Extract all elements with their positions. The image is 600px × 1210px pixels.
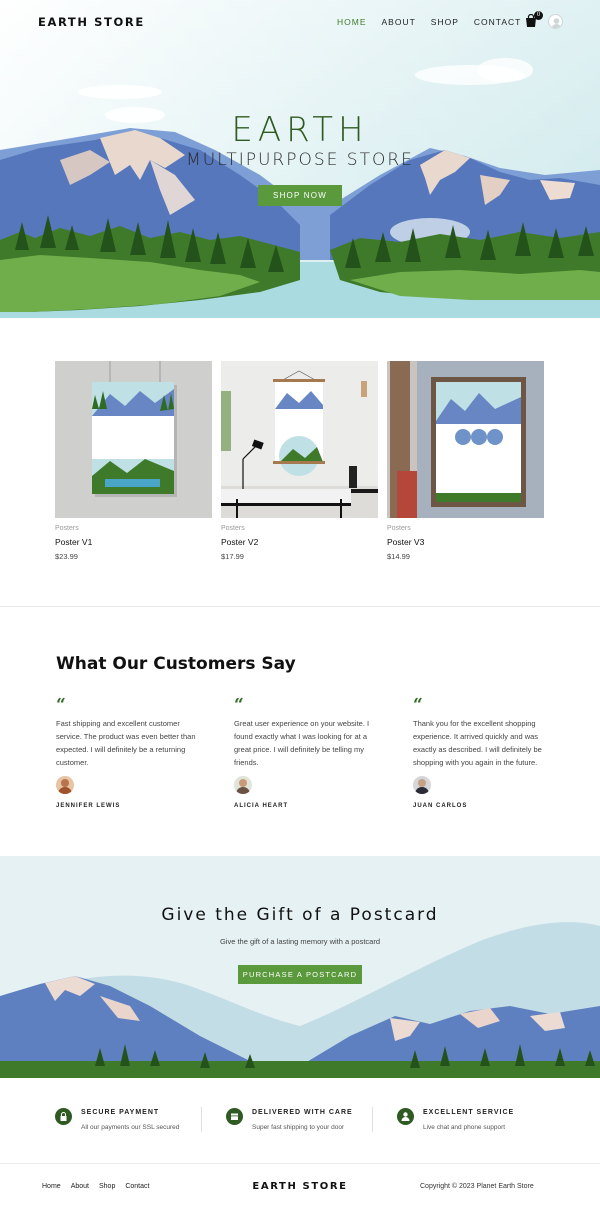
feature-title: EXCELLENT SERVICE [423, 1109, 515, 1116]
nav-about[interactable]: ABOUT [382, 17, 416, 27]
testimonial-text: Fast shipping and excellent customer ser… [56, 719, 196, 767]
testimonial-card: “ Fast shipping and excellent customer s… [56, 695, 206, 809]
product-name[interactable]: Poster V2 [221, 537, 378, 547]
gift-postcard-banner: Give the Gift of a Postcard Give the gif… [0, 856, 600, 1078]
testimonial-author: JENNIFER LEWIS [56, 803, 121, 809]
testimonial-card: “ Great user experience on your website.… [234, 695, 384, 809]
product-category: Posters [221, 525, 245, 532]
delivery-box-icon [226, 1108, 243, 1125]
testimonials-title: What Our Customers Say [56, 654, 296, 674]
quote-icon: “ [56, 695, 66, 715]
product-price: $14.99 [387, 552, 410, 561]
feature-separator [372, 1107, 373, 1132]
feature-title: DELIVERED WITH CARE [252, 1109, 353, 1116]
section-divider [0, 606, 600, 607]
hero-banner: EARTH MULTIPURPOSE STORE SHOP NOW [0, 0, 600, 318]
site-header: EARTH STORE HOME ABOUT SHOP CONTACT 0 [0, 0, 600, 44]
avatar [413, 776, 431, 794]
service-person-icon [397, 1108, 414, 1125]
footer-divider [0, 1163, 600, 1164]
testimonial-text: Great user experience on your website. I… [234, 719, 370, 767]
nav-shop[interactable]: SHOP [431, 17, 459, 27]
product-name[interactable]: Poster V1 [55, 537, 212, 547]
product-image-poster-v2[interactable] [221, 361, 378, 518]
feature-subtitle: Super fast shipping to your door [252, 1124, 345, 1131]
hero-subtitle: MULTIPURPOSE STORE [186, 150, 414, 170]
feature-title: SECURE PAYMENT [81, 1109, 160, 1116]
testimonial-author: ALICIA HEART [234, 803, 289, 809]
product-image-poster-v3[interactable] [387, 361, 544, 518]
feature-subtitle: Live chat and phone support [423, 1124, 506, 1131]
nav-home[interactable]: HOME [337, 17, 367, 27]
avatar [56, 776, 74, 794]
purchase-postcard-button[interactable]: PURCHASE A POSTCARD [238, 965, 362, 984]
feature-subtitle: All our payments our SSL secured [81, 1124, 180, 1131]
user-avatar-icon[interactable] [548, 14, 563, 29]
gift-title: Give the Gift of a Postcard [161, 905, 439, 925]
product-name[interactable]: Poster V3 [387, 537, 544, 547]
copyright-text: Copyright © 2023 Planet Earth Store [420, 1183, 534, 1190]
feature-separator [201, 1107, 202, 1132]
product-grid: Posters Poster V1 $23.99 Posters Poster … [55, 361, 545, 561]
testimonial-text: Thank you for the excellent shopping exp… [413, 719, 542, 767]
product-image-poster-v1[interactable] [55, 361, 212, 518]
lock-icon [55, 1108, 72, 1125]
testimonial-card: “ Thank you for the excellent shopping e… [413, 695, 563, 809]
product-price: $23.99 [55, 552, 78, 561]
product-card[interactable]: Posters Poster V3 $14.99 [387, 361, 544, 561]
product-card[interactable]: Posters Poster V1 $23.99 [55, 361, 212, 561]
product-card[interactable]: Posters Poster V2 $17.99 [221, 361, 378, 561]
gift-subtitle: Give the gift of a lasting memory with a… [219, 937, 381, 946]
avatar [234, 776, 252, 794]
quote-icon: “ [234, 695, 244, 715]
product-category: Posters [387, 525, 411, 532]
product-price: $17.99 [221, 552, 244, 561]
main-nav: HOME ABOUT SHOP CONTACT [337, 17, 536, 27]
testimonial-author: JUAN CARLOS [413, 803, 468, 809]
site-logo[interactable]: EARTH STORE [38, 15, 145, 29]
product-category: Posters [55, 525, 79, 532]
quote-icon: “ [413, 695, 423, 715]
hero-title: EARTH [231, 110, 369, 150]
shop-now-button[interactable]: SHOP NOW [258, 185, 342, 206]
cart-count-badge: 0 [534, 11, 543, 20]
nav-contact[interactable]: CONTACT [474, 17, 521, 27]
